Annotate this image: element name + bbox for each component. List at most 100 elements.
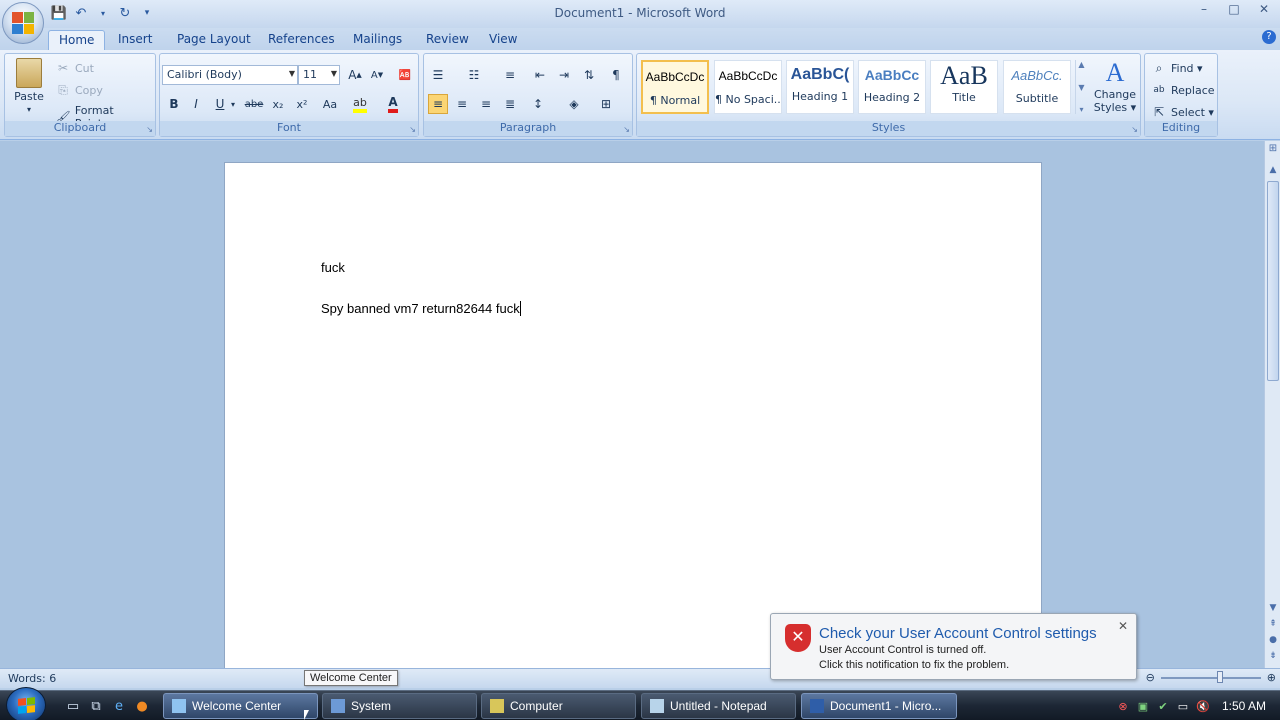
next-page-icon[interactable]: ⇟	[1265, 651, 1280, 661]
taskbar-item-word[interactable]: Document1 - Micro...	[801, 693, 957, 719]
paste-button[interactable]: Paste ▾	[9, 58, 49, 114]
find-button[interactable]: ⌕ Find ▾	[1151, 60, 1203, 76]
scroll-down-icon[interactable]: ▼	[1265, 603, 1280, 613]
undo-icon[interactable]: ↶	[72, 4, 90, 22]
help-icon[interactable]: ?	[1262, 30, 1276, 44]
taskbar-item-system[interactable]: System	[322, 693, 477, 719]
scroll-up-icon[interactable]: ▲	[1265, 165, 1280, 175]
document-paragraph-2[interactable]: Spy banned vm7 return82644 fuck	[321, 301, 521, 316]
zoom-slider[interactable]	[1160, 670, 1261, 683]
underline-dropdown-icon[interactable]: ▾	[228, 94, 238, 114]
switch-windows-icon[interactable]: ⧉	[87, 697, 105, 715]
close-icon[interactable]: ✕	[1118, 619, 1128, 633]
cut-button[interactable]: ✂ Cut	[55, 60, 94, 76]
styles-gallery-scroll[interactable]: ▲ ▼ ▾	[1075, 60, 1087, 114]
italic-button[interactable]: I	[186, 94, 206, 114]
increase-indent-button[interactable]: ⇥	[554, 65, 574, 85]
volume-muted-icon[interactable]: 🔇	[1196, 699, 1210, 713]
align-right-button[interactable]: ≡	[476, 94, 496, 114]
shrink-font-button[interactable]: A ▼	[367, 65, 387, 85]
align-left-button[interactable]: ≡	[428, 94, 448, 114]
dialog-launcher-icon[interactable]: ↘	[1131, 125, 1138, 134]
checkmark-icon[interactable]: ✔	[1156, 699, 1170, 713]
chevron-down-icon: ▼	[1078, 82, 1085, 92]
clock[interactable]: 1:50 AM	[1222, 699, 1266, 713]
minimize-button[interactable]: –	[1196, 2, 1212, 16]
undo-dropdown-icon[interactable]: ▾	[94, 4, 112, 22]
customize-qat-icon[interactable]: ▾	[138, 4, 156, 22]
justify-button[interactable]: ≣	[500, 94, 520, 114]
show-desktop-icon[interactable]: ▭	[64, 697, 82, 715]
style-heading-2[interactable]: AaBbCc Heading 2	[858, 60, 926, 114]
style-heading-1[interactable]: AaBbC( Heading 1	[786, 60, 854, 114]
sort-button[interactable]: ⇅	[579, 65, 599, 85]
internet-explorer-icon[interactable]: e	[110, 697, 128, 715]
highlight-button[interactable]: ab	[350, 94, 370, 114]
tab-view[interactable]: View	[479, 30, 527, 50]
office-button[interactable]	[2, 2, 44, 44]
save-icon[interactable]: 💾	[50, 4, 68, 22]
underline-button[interactable]: U	[210, 94, 230, 114]
tab-home[interactable]: Home	[48, 30, 106, 50]
font-name-combo[interactable]: Calibri (Body) ▼	[162, 65, 298, 85]
zoom-slider-knob[interactable]	[1216, 670, 1223, 683]
clear-formatting-button[interactable]: 🆎	[395, 65, 415, 85]
borders-button[interactable]: ⊞	[596, 94, 616, 114]
start-button[interactable]	[6, 687, 46, 720]
style-no-spacing[interactable]: AaBbCcDc ¶ No Spaci...	[714, 60, 782, 114]
dialog-launcher-icon[interactable]: ↘	[146, 125, 153, 134]
document-page[interactable]: fuck Spy banned vm7 return82644 fuck	[224, 162, 1042, 668]
tab-review[interactable]: Review	[416, 30, 479, 50]
style-title[interactable]: AaB Title	[930, 60, 998, 114]
bold-button[interactable]: B	[164, 94, 184, 114]
style-normal[interactable]: AaBbCcDc ¶ Normal	[641, 60, 709, 114]
decrease-indent-button[interactable]: ⇤	[530, 65, 550, 85]
change-styles-button[interactable]: A Change Styles ▾	[1091, 58, 1139, 114]
clipboard-group: Paste ▾ ✂ Cut ⎘ Copy 🖌 Format Painter Cl…	[4, 53, 156, 137]
tab-page-layout[interactable]: Page Layout	[167, 30, 261, 50]
browse-object-icon[interactable]: ●	[1265, 635, 1280, 645]
previous-page-icon[interactable]: ⇞	[1265, 619, 1280, 629]
multilevel-list-button[interactable]: ≡	[500, 65, 520, 85]
display-icon[interactable]: ▭	[1176, 699, 1190, 713]
numbering-button[interactable]: ☷	[464, 65, 484, 85]
strikethrough-button[interactable]: abe	[244, 94, 264, 114]
firefox-icon[interactable]: ●	[133, 697, 151, 715]
subscript-button[interactable]: x₂	[268, 94, 288, 114]
word-count[interactable]: Words: 6	[8, 672, 56, 685]
redo-icon[interactable]: ↻	[116, 4, 134, 22]
zoom-out-icon[interactable]: ⊖	[1146, 671, 1155, 684]
font-color-button[interactable]: A	[383, 94, 403, 114]
close-button[interactable]: ✕	[1256, 2, 1272, 16]
zoom-in-icon[interactable]: ⊕	[1267, 671, 1276, 684]
change-case-button[interactable]: Aa	[318, 94, 342, 114]
document-paragraph[interactable]: fuck	[321, 260, 345, 275]
ruler-toggle-icon[interactable]: ⊞	[1265, 143, 1280, 154]
superscript-button[interactable]: x²	[292, 94, 312, 114]
taskbar-item-computer[interactable]: Computer	[481, 693, 636, 719]
tab-mailings[interactable]: Mailings	[343, 30, 412, 50]
security-alert-icon[interactable]: ⊗	[1116, 699, 1130, 713]
tab-references[interactable]: References	[258, 30, 345, 50]
taskbar-item-welcome-center[interactable]: Welcome Center	[163, 693, 318, 719]
line-spacing-button[interactable]: ↕	[528, 94, 548, 114]
style-subtitle[interactable]: AaBbCc. Subtitle	[1003, 60, 1071, 114]
align-center-button[interactable]: ≡	[452, 94, 472, 114]
taskbar-item-notepad[interactable]: Untitled - Notepad	[641, 693, 796, 719]
show-hide-button[interactable]: ¶	[606, 65, 626, 85]
font-size-combo[interactable]: 11 ▼	[298, 65, 340, 85]
maximize-button[interactable]: □	[1226, 2, 1242, 16]
grow-font-button[interactable]: A ▲	[345, 65, 365, 85]
scroll-thumb[interactable]	[1267, 181, 1279, 381]
copy-button[interactable]: ⎘ Copy	[55, 82, 103, 98]
dialog-launcher-icon[interactable]: ↘	[409, 125, 416, 134]
dialog-launcher-icon[interactable]: ↘	[623, 125, 630, 134]
tab-insert[interactable]: Insert	[108, 30, 162, 50]
replace-button[interactable]: ab Replace	[1151, 82, 1214, 98]
bullets-button[interactable]: ☰	[428, 65, 448, 85]
shading-button[interactable]: ◈	[564, 94, 584, 114]
network-icon[interactable]: ▣	[1136, 699, 1150, 713]
uac-notification[interactable]: ✕ Check your User Account Control settin…	[770, 613, 1137, 680]
select-button[interactable]: ⇱ Select ▾	[1151, 104, 1214, 120]
vertical-scrollbar[interactable]: ⊞ ▲ ▼ ⇞ ● ⇟	[1264, 141, 1280, 668]
